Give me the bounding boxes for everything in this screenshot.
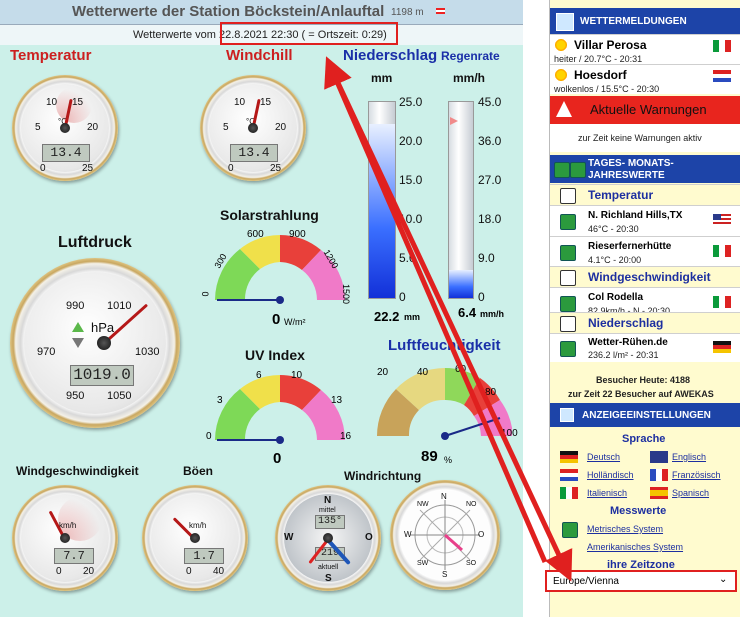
annotation-overlay xyxy=(324,56,573,582)
arrow-to-timezone xyxy=(329,68,573,582)
